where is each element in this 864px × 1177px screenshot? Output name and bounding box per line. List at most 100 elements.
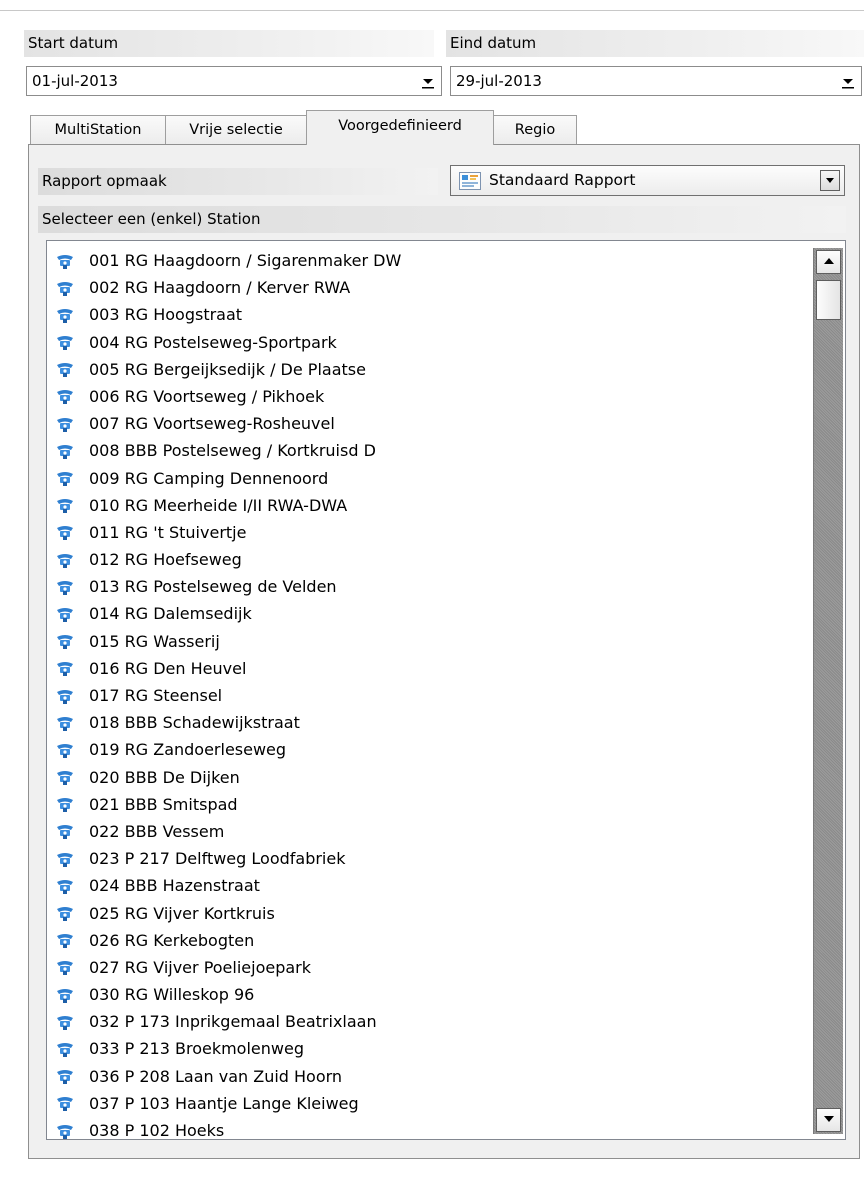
list-item[interactable]: 017 RG Steensel [47,681,807,708]
station-icon [55,522,75,541]
station-name: 013 RG Postelseweg de Velden [89,577,337,597]
start-date-label: Start datum [24,30,434,57]
station-name: 022 BBB Vessem [89,821,225,841]
station-icon [55,1039,75,1057]
chevron-down-icon[interactable] [838,71,858,91]
station-name: 021 BBB Smitspad [89,794,238,814]
list-item[interactable]: 036 P 208 Laan van Zuid Hoorn [47,1062,807,1089]
station-icon [55,713,75,731]
station-name: 030 RG Willeskop 96 [89,985,255,1005]
list-item[interactable]: 038 P 102 Hoeks [47,1116,807,1139]
station-name: 018 BBB Schadewijkstraat [89,713,300,733]
end-date-value: 29-jul-2013 [456,72,542,90]
station-icon [55,985,75,1003]
report-format-value: Standaard Rapport [489,171,636,189]
tab-multistation[interactable]: MultiStation [30,115,166,144]
list-item[interactable]: 032 P 173 Inprikgemaal Beatrixlaan [47,1007,807,1034]
station-icon [55,930,75,949]
station-icon [55,278,75,296]
list-item[interactable]: 008 BBB Postelseweg / Kortkruisd D [47,436,807,463]
list-item[interactable]: 033 P 213 Broekmolenweg [47,1034,807,1061]
end-date-label: Eind datum [446,30,864,57]
station-name: 001 RG Haagdoorn / Sigarenmaker DW [89,251,402,270]
list-item[interactable]: 003 RG Hoogstraat [47,300,807,327]
station-icon [55,577,75,595]
station-icon [55,468,75,486]
scroll-up-button[interactable] [816,250,841,274]
list-item[interactable]: 027 RG Vijver Poeliejoepark [47,953,807,980]
station-name: 008 BBB Postelseweg / Kortkruisd D [89,441,376,461]
list-item[interactable]: 022 BBB Vessem [47,817,807,844]
list-item[interactable]: 004 RG Postelseweg-Sportpark [47,328,807,355]
tab-voorgedefinieerd[interactable]: Voorgedefinieerd [306,110,494,145]
station-icon [55,767,75,786]
station-name: 016 RG Den Heuvel [89,658,247,678]
station-icon [55,1066,75,1085]
list-item[interactable]: 009 RG Camping Dennenoord [47,464,807,491]
station-select-label: Selecteer een (enkel) Station [38,206,846,233]
station-name: 036 P 208 Laan van Zuid Hoorn [89,1066,343,1086]
end-date-combo[interactable]: 29-jul-2013 [450,66,862,96]
station-name: 032 P 173 Inprikgemaal Beatrixlaan [89,1012,377,1032]
start-date-value: 01-jul-2013 [32,72,118,90]
list-item[interactable]: 023 P 217 Delftweg Loodfabriek [47,844,807,871]
station-icon [55,495,75,514]
list-item[interactable]: 016 RG Den Heuvel [47,654,807,681]
chevron-down-icon[interactable] [418,71,438,91]
list-item[interactable]: 015 RG Wasserij [47,627,807,654]
station-icon [55,332,75,351]
station-name: 011 RG 't Stuivertje [89,522,247,542]
station-icon [55,821,75,840]
list-item[interactable]: 024 BBB Hazenstraat [47,871,807,898]
report-icon [459,171,481,200]
station-name: 025 RG Vijver Kortkruis [89,903,275,923]
station-name: 009 RG Camping Dennenoord [89,468,329,488]
station-icon [55,441,75,459]
report-format-combo[interactable]: Standaard Rapport [450,165,845,196]
station-icon [55,1121,75,1139]
start-date-combo[interactable]: 01-jul-2013 [26,66,442,96]
list-item[interactable]: 020 BBB De Dijken [47,763,807,790]
station-name: 027 RG Vijver Poeliejoepark [89,957,312,977]
station-icon [55,849,75,867]
list-item[interactable]: 037 P 103 Haantje Lange Kleiweg [47,1089,807,1116]
station-icon [55,359,75,378]
list-item[interactable]: 010 RG Meerheide I/II RWA-DWA [47,491,807,518]
station-icon [55,604,75,622]
list-item[interactable]: 006 RG Voortseweg / Pikhoek [47,382,807,409]
station-name: 003 RG Hoogstraat [89,305,243,325]
station-name: 012 RG Hoefseweg [89,550,242,570]
report-format-label: Rapport opmaak [38,168,438,195]
list-item[interactable]: 001 RG Haagdoorn / Sigarenmaker DW [47,246,807,273]
station-list: 001 RG Haagdoorn / Sigarenmaker DW 002 RG… [47,246,807,1139]
scroll-thumb[interactable] [816,280,841,320]
list-item[interactable]: 026 RG Kerkebogten [47,926,807,953]
station-listbox[interactable]: 001 RG Haagdoorn / Sigarenmaker DW 002 RG… [46,240,846,1140]
list-item[interactable]: 018 BBB Schadewijkstraat [47,708,807,735]
vertical-scrollbar[interactable] [813,248,843,1134]
station-name: 024 BBB Hazenstraat [89,876,260,896]
list-item[interactable]: 005 RG Bergeijksedijk / De Plaatse [47,355,807,382]
list-item[interactable]: 002 RG Haagdoorn / Kerver RWA [47,273,807,300]
list-item[interactable]: 007 RG Voortseweg-Rosheuvel [47,409,807,436]
list-item[interactable]: 011 RG 't Stuivertje [47,518,807,545]
tab-regio[interactable]: Regio [493,115,577,144]
list-item[interactable]: 021 BBB Smitspad [47,790,807,817]
station-icon [55,1093,75,1112]
station-icon [55,251,75,269]
station-name: 017 RG Steensel [89,686,223,705]
chevron-down-icon[interactable] [820,170,840,191]
station-name: 015 RG Wasserij [89,631,220,651]
scroll-down-button[interactable] [816,1108,841,1132]
station-name: 007 RG Voortseweg-Rosheuvel [89,414,335,434]
list-item[interactable]: 030 RG Willeskop 96 [47,980,807,1007]
list-item[interactable]: 012 RG Hoefseweg [47,545,807,572]
list-item[interactable]: 014 RG Dalemsedijk [47,599,807,626]
list-item[interactable]: 013 RG Postelseweg de Velden [47,572,807,599]
station-icon [55,305,75,323]
list-item[interactable]: 019 RG Zandoerleseweg [47,735,807,762]
station-icon [55,957,75,976]
station-icon [55,658,75,677]
list-item[interactable]: 025 RG Vijver Kortkruis [47,899,807,926]
tab-vrije-selectie[interactable]: Vrije selectie [165,115,307,144]
